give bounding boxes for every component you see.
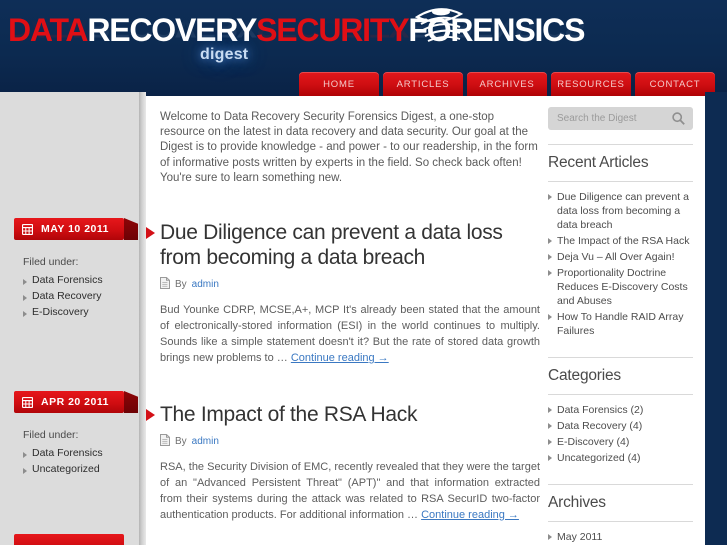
site-header: DATARECOVERYSECURITYFORENSICS DATARECOVE… — [0, 0, 727, 97]
logo-part-security: SECURITY — [256, 12, 409, 48]
date-badge-tail-2 — [124, 391, 138, 413]
search-box[interactable] — [548, 107, 693, 130]
filed-item[interactable]: Data Forensics — [23, 272, 103, 288]
page-shell: MAY 10 2011 Filed under: Data Forensics … — [0, 92, 727, 545]
post-byline-2: By admin — [160, 434, 540, 449]
categories-list: Data Forensics (2) Data Recovery (4) E-D… — [548, 395, 693, 466]
post-author-link-1[interactable]: admin — [192, 279, 219, 290]
widget-title-recent-articles: Recent Articles — [548, 154, 649, 171]
nav-label-home: HOME — [323, 79, 355, 90]
filed-under-list-2: Data Forensics Uncategorized — [23, 445, 103, 477]
date-badge-tail-1 — [124, 218, 138, 240]
list-item[interactable]: May 2011 — [548, 529, 693, 545]
sidebar-shadow-edge — [139, 92, 146, 545]
post-excerpt-2: RSA, the Security Division of EMC, recen… — [160, 459, 540, 523]
post-author-link-2[interactable]: admin — [192, 436, 219, 447]
list-item[interactable]: Uncategorized (4) — [548, 450, 693, 466]
calendar-icon — [22, 223, 33, 235]
archives-list: May 2011 April 2011 March 2011 January 2… — [548, 522, 693, 545]
post-arrow-icon — [146, 227, 155, 240]
list-item[interactable]: The Impact of the RSA Hack — [548, 233, 693, 249]
list-item[interactable]: Proportionality Doctrine Reduces E-Disco… — [548, 265, 693, 309]
list-item[interactable]: Deja Vu – All Over Again! — [548, 249, 693, 265]
calendar-icon — [22, 396, 33, 408]
main-column: Welcome to Data Recovery Security Forens… — [146, 110, 540, 523]
filed-under-label-2: Filed under: — [23, 429, 79, 441]
document-icon — [160, 277, 170, 292]
logo-part-recovery: RECOVERY — [87, 12, 257, 48]
list-item[interactable]: Data Recovery (4) — [548, 418, 693, 434]
widget-title-categories: Categories — [548, 367, 621, 384]
nav-label-resources: RESOURCES — [557, 79, 625, 90]
list-item[interactable]: Data Forensics (2) — [548, 402, 693, 418]
right-sidebar: Recent Articles Due Diligence can preven… — [548, 107, 693, 545]
site-tagline: digest — [200, 46, 249, 63]
post-title-2[interactable]: The Impact of the RSA Hack — [160, 402, 540, 427]
filed-under-list-1: Data Forensics Data Recovery E-Discovery — [23, 272, 103, 320]
post-date-badge-2[interactable]: APR 20 2011 — [14, 391, 124, 413]
post-arrow-icon — [146, 409, 155, 422]
post-date-label-1: MAY 10 2011 — [41, 223, 109, 235]
widget-recent-articles: Recent Articles Due Diligence can preven… — [548, 144, 693, 339]
filed-item[interactable]: Data Recovery — [23, 288, 103, 304]
content-area: Welcome to Data Recovery Security Forens… — [146, 96, 705, 545]
recent-articles-list: Due Diligence can prevent a data loss fr… — [548, 182, 693, 339]
filed-item[interactable]: Data Forensics — [23, 445, 103, 461]
post-article-1: Due Diligence can prevent a data loss fr… — [146, 220, 540, 366]
intro-paragraph: Welcome to Data Recovery Security Forens… — [160, 111, 538, 184]
filed-item[interactable]: E-Discovery — [23, 304, 103, 320]
search-icon[interactable] — [672, 112, 685, 130]
nav-label-articles: ARTICLES — [396, 79, 450, 90]
post-title-1[interactable]: Due Diligence can prevent a data loss fr… — [160, 220, 540, 270]
search-input[interactable] — [548, 107, 663, 130]
nav-label-archives: ARCHIVES — [479, 79, 535, 90]
filed-under-label-1: Filed under: — [23, 256, 79, 268]
left-meta-column: MAY 10 2011 Filed under: Data Forensics … — [0, 92, 139, 545]
post-excerpt-1: Bud Younke CDRP, MCSE,A+, MCP It's alrea… — [160, 302, 540, 366]
disc-stack-icon — [415, 8, 463, 42]
list-item[interactable]: How To Handle RAID Array Failures — [548, 309, 693, 339]
nav-label-contact: CONTACT — [649, 79, 701, 90]
post-date-label-2: APR 20 2011 — [41, 396, 109, 408]
list-item[interactable]: E-Discovery (4) — [548, 434, 693, 450]
continue-reading-link-2[interactable]: Continue reading → — [421, 509, 519, 521]
continue-reading-link-1[interactable]: Continue reading → — [291, 352, 389, 364]
logo-part-data: DATA — [8, 12, 89, 48]
post-article-2: The Impact of the RSA Hack By admin RSA,… — [146, 402, 540, 523]
document-icon — [160, 434, 170, 449]
site-logo[interactable]: DATARECOVERYSECURITYFORENSICS — [8, 12, 585, 48]
by-label-2: By — [175, 436, 187, 448]
widget-archives: Archives May 2011 April 2011 March 2011 … — [548, 484, 693, 545]
right-navy-gutter — [705, 92, 727, 545]
filed-item[interactable]: Uncategorized — [23, 461, 103, 477]
list-item[interactable]: Due Diligence can prevent a data loss fr… — [548, 189, 693, 233]
widget-title-archives: Archives — [548, 494, 606, 511]
by-label-1: By — [175, 279, 187, 291]
widget-categories: Categories Data Forensics (2) Data Recov… — [548, 357, 693, 466]
post-date-badge-1[interactable]: MAY 10 2011 — [14, 218, 124, 240]
post-date-badge-3-partial[interactable] — [14, 534, 124, 545]
post-byline-1: By admin — [160, 277, 540, 292]
